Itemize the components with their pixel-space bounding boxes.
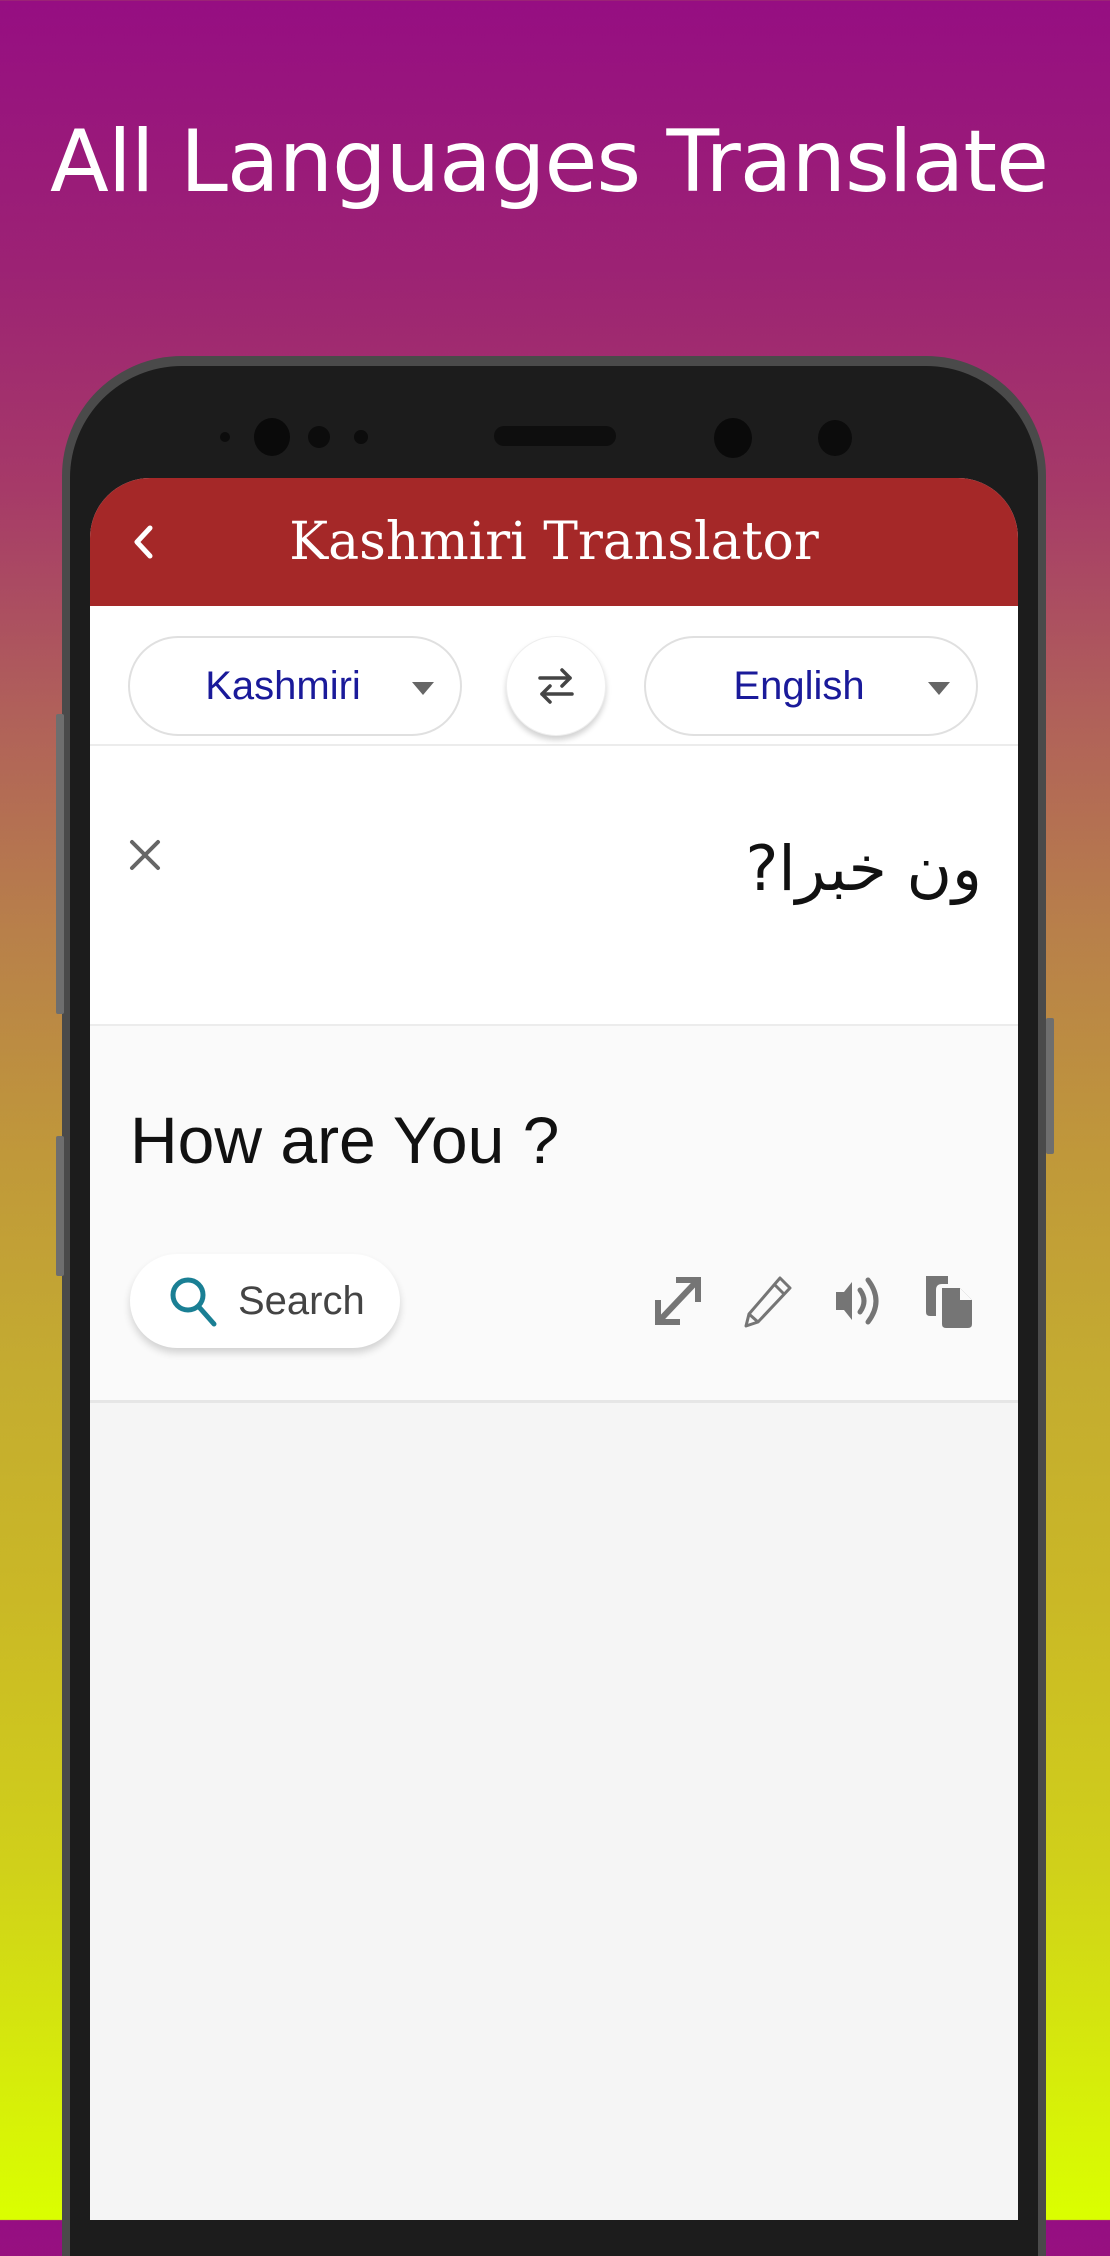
sensor-dot — [220, 432, 230, 442]
volume-down-button — [56, 1136, 64, 1276]
speaker-icon[interactable] — [830, 1272, 886, 1330]
search-icon — [170, 1277, 217, 1327]
promo-headline: All Languages Translate — [50, 112, 1049, 212]
language-selector-row: Kashmiri English — [90, 606, 1018, 746]
earpiece-speaker — [494, 426, 616, 446]
chevron-left-icon[interactable] — [128, 522, 158, 562]
app-screen: Kashmiri Translator Kashmiri English ون … — [90, 478, 1018, 2220]
volume-up-button — [56, 714, 64, 1014]
sensor-dot — [818, 420, 852, 456]
close-icon[interactable] — [128, 838, 162, 872]
app-bar: Kashmiri Translator — [90, 478, 1018, 606]
source-language-dropdown[interactable]: Kashmiri — [128, 636, 462, 736]
sensor-dot — [354, 430, 368, 444]
front-camera — [254, 418, 290, 456]
translated-text: How are You ? — [130, 1103, 560, 1177]
target-language-dropdown[interactable]: English — [644, 636, 978, 736]
swap-languages-button[interactable] — [506, 636, 606, 736]
power-button — [1046, 1018, 1054, 1154]
search-button[interactable]: Search — [130, 1254, 400, 1348]
front-camera-2 — [714, 418, 752, 458]
search-label: Search — [238, 1278, 365, 1323]
source-language-label: Kashmiri — [205, 663, 361, 708]
translation-result-area: How are You ? Search — [90, 1026, 1018, 1403]
app-title: Kashmiri Translator — [289, 512, 819, 572]
source-text[interactable]: ون خبرا? — [745, 832, 982, 905]
edit-pencil-icon[interactable] — [740, 1272, 796, 1330]
swap-arrows-icon — [538, 668, 574, 704]
dropdown-arrow-icon — [412, 682, 434, 695]
expand-icon[interactable] — [650, 1272, 706, 1330]
target-language-label: English — [733, 663, 865, 708]
source-text-area[interactable]: ون خبرا? — [90, 746, 1018, 1026]
copy-icon[interactable] — [920, 1272, 976, 1330]
sensor-dot — [308, 426, 330, 448]
dropdown-arrow-icon — [928, 682, 950, 695]
